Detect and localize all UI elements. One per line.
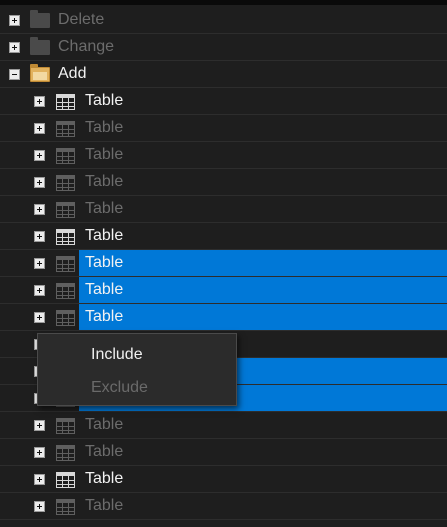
table-grid-icon — [56, 499, 75, 515]
tree-item-table-selected[interactable]: Table — [0, 250, 447, 277]
folder-label: Add — [58, 65, 87, 82]
tree-item-table[interactable]: Table — [0, 88, 447, 115]
tree-item-label: Table — [85, 119, 124, 136]
tree-item-label: Table — [85, 92, 124, 109]
expand-plus-icon[interactable] — [34, 204, 45, 215]
table-grid-icon — [56, 472, 75, 488]
tree-item-label: Table — [85, 416, 124, 433]
tree-item-label: Table — [85, 281, 124, 298]
table-grid-icon — [56, 229, 75, 245]
tree-item-label: Table — [85, 146, 124, 163]
selection-highlight — [79, 250, 447, 276]
tree-folder-delete[interactable]: Delete — [0, 7, 447, 34]
table-grid-icon — [56, 121, 75, 137]
table-grid-icon — [56, 256, 75, 272]
tree-item-table[interactable]: Table — [0, 115, 447, 142]
folder-label: Delete — [58, 11, 105, 28]
selection-highlight — [79, 304, 447, 330]
table-grid-icon — [56, 148, 75, 164]
folder-label: Change — [58, 38, 115, 55]
table-grid-icon — [56, 175, 75, 191]
expand-plus-icon[interactable] — [9, 42, 20, 53]
expand-plus-icon[interactable] — [34, 123, 45, 134]
tree-item-label: Table — [85, 308, 124, 325]
folder-icon — [30, 37, 50, 55]
tree-item-table-selected[interactable]: Table — [0, 277, 447, 304]
expand-plus-icon[interactable] — [34, 231, 45, 242]
expand-plus-icon[interactable] — [34, 96, 45, 107]
selection-highlight — [79, 277, 447, 303]
menu-item-include[interactable]: Include — [38, 339, 236, 371]
table-grid-icon — [56, 418, 75, 434]
tree-item-label: Table — [85, 254, 124, 271]
tree-item-label: Table — [85, 173, 124, 190]
table-grid-icon — [56, 94, 75, 110]
menu-item-exclude: Exclude — [91, 379, 148, 396]
table-grid-icon — [56, 310, 75, 326]
expand-plus-icon[interactable] — [34, 420, 45, 431]
tree-item-label: Table — [85, 227, 124, 244]
tree-folder-add[interactable]: Add — [0, 61, 447, 88]
expand-plus-icon[interactable] — [34, 150, 45, 161]
table-grid-icon — [56, 283, 75, 299]
tree-item-table[interactable]: Table — [0, 142, 447, 169]
top-border — [0, 0, 447, 5]
expand-plus-icon[interactable] — [34, 447, 45, 458]
expand-plus-icon[interactable] — [34, 474, 45, 485]
collapse-minus-icon[interactable] — [9, 69, 20, 80]
tree-item-table[interactable]: Table — [0, 493, 447, 520]
context-menu: Include Exclude — [37, 333, 237, 406]
tree-item-table[interactable]: Table — [0, 439, 447, 466]
tree-folder-change[interactable]: Change — [0, 34, 447, 61]
expand-plus-icon[interactable] — [34, 285, 45, 296]
table-grid-icon — [56, 445, 75, 461]
tree-item-label: Table — [85, 443, 124, 460]
expand-plus-icon[interactable] — [34, 258, 45, 269]
tree-item-label: Table — [85, 497, 124, 514]
tree-item-label: Table — [85, 200, 124, 217]
expand-plus-icon[interactable] — [9, 15, 20, 26]
tree-item-table[interactable]: Table — [0, 412, 447, 439]
expand-plus-icon[interactable] — [34, 177, 45, 188]
tree-item-table[interactable]: Table — [0, 196, 447, 223]
folder-open-icon — [30, 64, 50, 82]
table-grid-icon — [56, 202, 75, 218]
folder-icon — [30, 10, 50, 28]
tree-item-table-selected[interactable]: Table — [0, 304, 447, 331]
tree-item-table[interactable]: Table — [0, 223, 447, 250]
expand-plus-icon[interactable] — [34, 501, 45, 512]
tree-item-label: Table — [85, 470, 124, 487]
tree-item-table[interactable]: Table — [0, 466, 447, 493]
expand-plus-icon[interactable] — [34, 312, 45, 323]
tree-view[interactable]: Delete Change Add Table Table Table Tabl… — [0, 7, 447, 520]
tree-item-table[interactable]: Table — [0, 169, 447, 196]
